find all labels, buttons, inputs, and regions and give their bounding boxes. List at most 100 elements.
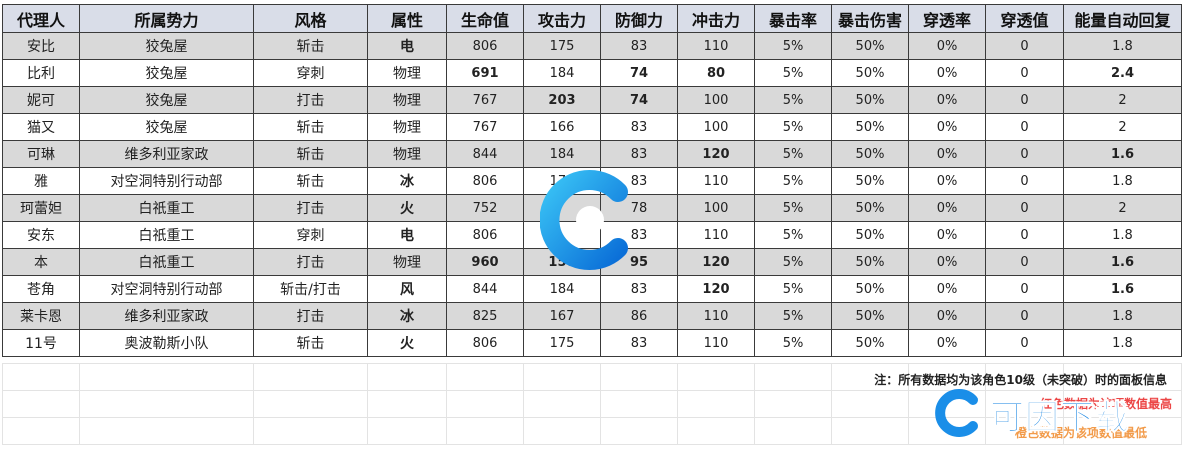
table-cell: 5%	[754, 194, 832, 222]
table-cell: 安东	[2, 221, 80, 249]
table-cell: 5%	[754, 113, 832, 141]
table-cell: 0	[985, 167, 1064, 195]
table-cell: 1.6	[1063, 275, 1182, 303]
column-header: 属性	[367, 4, 447, 33]
column-header: 冲击力	[677, 4, 755, 33]
table-cell: 2	[1063, 86, 1182, 114]
table-cell: 奥波勒斯小队	[79, 329, 254, 357]
table-cell: 0	[985, 140, 1064, 168]
table-cell: 5%	[754, 302, 832, 330]
table-cell: 物理	[367, 86, 447, 114]
table-cell: 1.6	[1063, 140, 1182, 168]
empty-cell	[446, 363, 524, 391]
table-cell: 184	[523, 275, 601, 303]
table-cell: 74	[600, 86, 678, 114]
table-cell: 1.8	[1063, 32, 1182, 60]
table-cell: 猫又	[2, 113, 80, 141]
table-cell: 110	[677, 32, 755, 60]
table-cell: 2	[1063, 194, 1182, 222]
table-cell: 打击	[253, 86, 368, 114]
table-cell: 物理	[367, 113, 447, 141]
table-cell: 1.8	[1063, 329, 1182, 357]
empty-cell	[367, 417, 447, 445]
table-cell: 打击	[253, 302, 368, 330]
table-cell: 50%	[831, 194, 909, 222]
table-cell: 806	[446, 167, 524, 195]
empty-cell	[367, 363, 447, 391]
header-row: 代理人 所属势力 风格 属性 生命值 攻击力 防御力 冲击力 暴击率 暴击伤害 穿透率 穿透值 能量自动…	[2, 4, 1182, 33]
table-cell: 5%	[754, 167, 832, 195]
table-row: 比利 狡兔屋 穿刺 物理 691 184 74 80 5% 50% 0% 0 2.4	[2, 59, 1182, 87]
table-cell: 0	[985, 194, 1064, 222]
table-cell: 对空洞特别行动部	[79, 167, 254, 195]
table-cell: 0	[985, 248, 1064, 276]
table-cell: 806	[446, 221, 524, 249]
empty-cell	[754, 390, 832, 418]
table-cell: 175	[523, 329, 601, 357]
table-cell: 珂蕾妲	[2, 194, 80, 222]
table-cell: 0%	[908, 113, 986, 141]
table-cell: 1.6	[1063, 248, 1182, 276]
table-cell: 960	[446, 248, 524, 276]
table-cell: 苍角	[2, 275, 80, 303]
table-cell: 妮可	[2, 86, 80, 114]
empty-cell	[677, 363, 755, 391]
table-cell: 83	[600, 140, 678, 168]
table-cell: 狡兔屋	[79, 32, 254, 60]
column-header: 风格	[253, 4, 368, 33]
table-cell: 184	[523, 59, 601, 87]
table-cell: 2	[1063, 113, 1182, 141]
empty-cell	[754, 417, 832, 445]
table-cell: 维多利亚家政	[79, 140, 254, 168]
empty-cell	[79, 390, 254, 418]
table-cell: 冰	[367, 302, 447, 330]
table-cell: 0%	[908, 302, 986, 330]
table-cell: 767	[446, 113, 524, 141]
empty-cell	[2, 417, 80, 445]
table-cell: 比利	[2, 59, 80, 87]
column-header: 穿透值	[985, 4, 1064, 33]
table-cell: 203	[523, 86, 601, 114]
table-cell: 1.8	[1063, 221, 1182, 249]
table-cell: 80	[677, 59, 755, 87]
table-cell: 50%	[831, 113, 909, 141]
table-cell: 2.4	[1063, 59, 1182, 87]
table-cell: 安比	[2, 32, 80, 60]
empty-cell	[831, 417, 909, 445]
table-cell: 白祇重工	[79, 248, 254, 276]
empty-cell	[677, 417, 755, 445]
table-cell: 166	[523, 113, 601, 141]
table-cell: 风	[367, 275, 447, 303]
table-cell: 175	[523, 32, 601, 60]
table-cell: 5%	[754, 59, 832, 87]
table-cell: 752	[446, 194, 524, 222]
table-row: 苍角 对空洞特别行动部 斩击/打击风 844 184 83 120 5% 50% 0% 0 1.6	[2, 275, 1182, 303]
empty-cell	[253, 417, 368, 445]
empty-cell	[446, 390, 524, 418]
column-header: 所属势力	[79, 4, 254, 33]
table-cell: 100	[677, 113, 755, 141]
table-cell: 5%	[754, 140, 832, 168]
empty-cell	[600, 390, 678, 418]
table-row: 11号 奥波勒斯小队 斩击火 806 175 83 110 5% 50% 0% 0 1.8	[2, 329, 1182, 357]
table-cell: 0	[985, 275, 1064, 303]
table-cell: 打击	[253, 248, 368, 276]
empty-cell	[79, 363, 254, 391]
table-cell: 0%	[908, 86, 986, 114]
table-cell: 806	[446, 32, 524, 60]
table-cell: 50%	[831, 167, 909, 195]
table-cell: 5%	[754, 329, 832, 357]
table-cell: 0%	[908, 59, 986, 87]
table-cell: 冰	[367, 167, 447, 195]
table-row: 莱卡恩 维多利亚家政 打击冰 825 167 86 110 5% 50% 0% 0 1.8	[2, 302, 1182, 330]
table-row: 妮可 狡兔屋 打击 物理 767 203 74 100 5% 50% 0% 0 2	[2, 86, 1182, 114]
table-cell: 穿刺	[253, 221, 368, 249]
table-cell: 0	[985, 329, 1064, 357]
column-header: 穿透率	[908, 4, 986, 33]
empty-cell	[2, 363, 80, 391]
watermark-logo-icon	[540, 170, 628, 270]
empty-cell	[2, 390, 80, 418]
table-cell: 1.8	[1063, 302, 1182, 330]
table-cell: 0	[985, 59, 1064, 87]
empty-cell	[367, 390, 447, 418]
